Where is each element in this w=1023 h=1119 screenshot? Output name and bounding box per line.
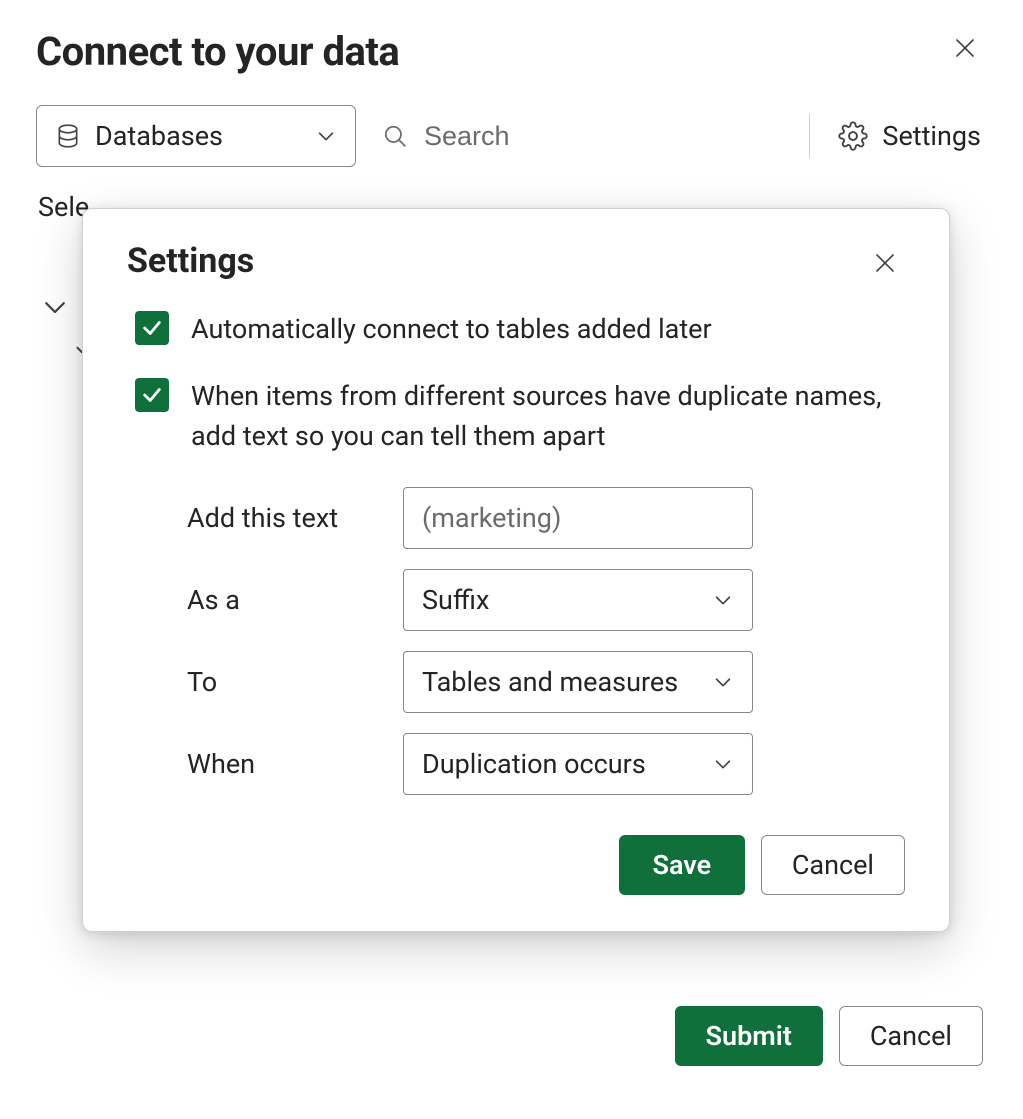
dedup-label: When items from different sources have d… (191, 376, 905, 457)
add-text-label: Add this text (187, 502, 403, 534)
add-text-input[interactable]: (marketing) (403, 487, 753, 549)
dialog-title: Settings (127, 241, 905, 281)
settings-button[interactable]: Settings (832, 116, 987, 156)
settings-button-label: Settings (882, 120, 981, 152)
source-type-label: Databases (95, 120, 223, 152)
page-title: Connect to your data (36, 28, 987, 75)
to-label: To (187, 666, 403, 698)
gear-icon (838, 121, 868, 151)
save-button[interactable]: Save (619, 835, 745, 895)
chevron-down-icon (315, 125, 337, 147)
auto-connect-label: Automatically connect to tables added la… (191, 309, 712, 350)
search-icon (382, 123, 408, 149)
chevron-down-icon (712, 671, 734, 693)
when-label: When (187, 748, 403, 780)
chevron-down-icon (712, 589, 734, 611)
source-type-dropdown[interactable]: Databases (36, 105, 356, 167)
close-icon[interactable] (873, 251, 899, 277)
settings-dialog: Settings Automatically connect to tables… (82, 208, 950, 932)
dedup-checkbox[interactable] (135, 378, 169, 412)
as-a-value: Suffix (422, 584, 489, 616)
add-text-value: (marketing) (422, 502, 561, 534)
close-icon[interactable] (953, 36, 981, 64)
auto-connect-checkbox[interactable] (135, 311, 169, 345)
when-dropdown[interactable]: Duplication occurs (403, 733, 753, 795)
divider (809, 114, 810, 158)
when-value: Duplication occurs (422, 748, 646, 780)
to-dropdown[interactable]: Tables and measures (403, 651, 753, 713)
chevron-down-icon[interactable] (40, 292, 70, 322)
to-value: Tables and measures (422, 666, 678, 698)
as-a-dropdown[interactable]: Suffix (403, 569, 753, 631)
cancel-button[interactable]: Cancel (839, 1006, 983, 1066)
check-icon (141, 317, 163, 339)
chevron-down-icon (712, 753, 734, 775)
check-icon (141, 384, 163, 406)
submit-button[interactable]: Submit (675, 1006, 823, 1066)
database-icon (55, 123, 81, 149)
cancel-button[interactable]: Cancel (761, 835, 905, 895)
search-input[interactable] (422, 120, 642, 153)
as-a-label: As a (187, 584, 403, 616)
